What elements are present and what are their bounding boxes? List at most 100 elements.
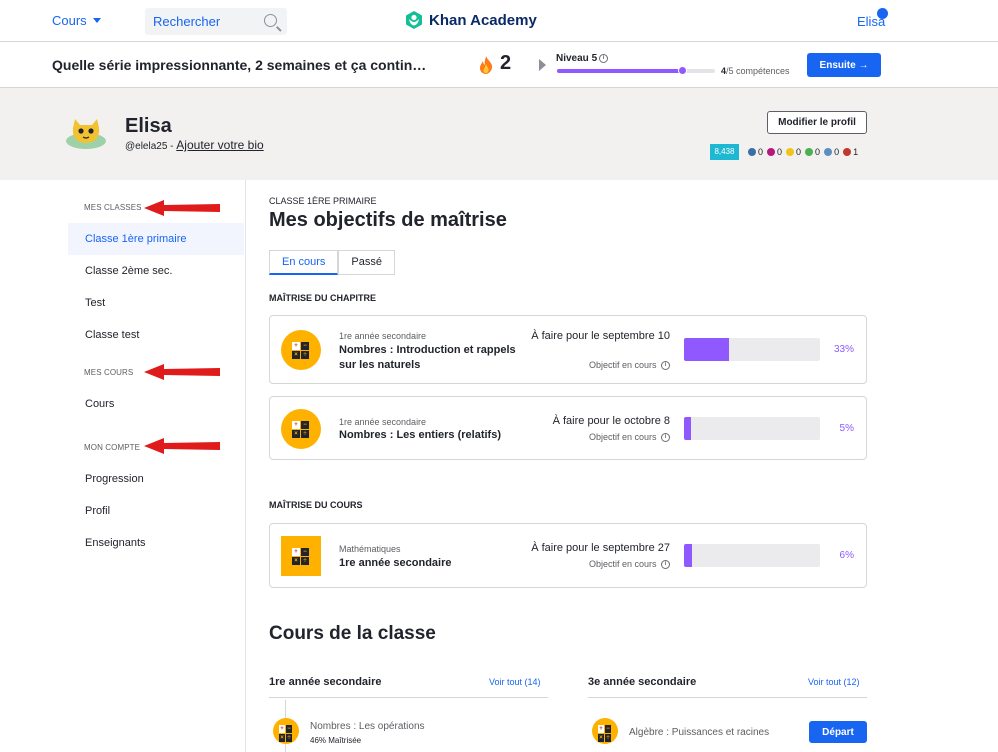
math-icon: + − × ÷	[273, 718, 299, 744]
sidebar-item-teachers[interactable]: Enseignants	[68, 527, 244, 559]
badge-count: 0	[824, 147, 839, 157]
math-icon: + − × ÷	[281, 330, 321, 370]
goal-course: 1re année secondaire	[339, 331, 427, 341]
goal-status-text: Objectif en cours	[588, 360, 657, 370]
goal-status: Objectif en cours i	[588, 360, 670, 371]
goal-course: Mathématiques	[339, 544, 401, 554]
logo-icon	[406, 11, 422, 29]
math-icon: + − × ÷	[281, 409, 321, 449]
level-label-text: Niveau 5	[556, 53, 598, 64]
goal-card[interactable]: + − × ÷ 1re année secondaire Nombres : Les …	[269, 396, 867, 460]
add-bio-link[interactable]: Ajouter votre bio	[176, 138, 263, 152]
section-my-courses: MES COURS	[84, 368, 134, 377]
badge-icon	[786, 148, 795, 156]
courses-menu-button[interactable]: Cours	[52, 13, 101, 28]
badge-number: 0	[777, 147, 783, 157]
skills-count: 4/5 compétences	[721, 66, 790, 76]
goal-name[interactable]: Nombres : Les entiers (relatifs)	[339, 428, 534, 443]
course-unit-name[interactable]: Algèbre : Puissances et racines	[629, 727, 769, 738]
profile-header: Elisa @elela25 - Ajouter votre bio Modif…	[0, 88, 998, 180]
goal-course: 1re année secondaire	[339, 417, 427, 427]
info-icon[interactable]: i	[661, 433, 670, 443]
badge-count: 0	[748, 147, 763, 157]
goal-progress-bar	[684, 338, 820, 361]
info-icon[interactable]: i	[661, 361, 670, 371]
courses-menu-label: Cours	[52, 13, 87, 28]
streak-message: Quelle série impressionnante, 2 semaines…	[52, 57, 427, 73]
info-icon[interactable]: i	[661, 560, 670, 570]
goal-card[interactable]: + − × ÷ Mathématiques 1re année secondaire …	[269, 523, 867, 588]
next-button[interactable]: Ensuite →	[807, 53, 881, 77]
course-unit-name[interactable]: Nombres : Les opérations	[310, 721, 425, 732]
start-button[interactable]: Départ	[809, 721, 867, 743]
skills-total: /5 compétences	[726, 66, 790, 76]
khan-academy-logo[interactable]: Khan Academy	[404, 10, 537, 30]
page-title: Mes objectifs de maîtrise	[269, 209, 507, 231]
sidebar-item-class-2[interactable]: Classe 2ème sec.	[68, 255, 244, 287]
badge-count: 1	[843, 147, 858, 157]
red-arrow-icon	[144, 438, 220, 454]
sidebar: MES CLASSES Classe 1ère primaire Classe …	[0, 180, 246, 752]
sidebar-item-profile[interactable]: Profil	[68, 495, 244, 527]
avatar[interactable]	[64, 116, 108, 150]
search-input[interactable]	[145, 8, 255, 35]
streak-count: 2	[500, 52, 512, 74]
goal-progress-bar	[684, 417, 820, 440]
goal-due-date: À faire pour le septembre 10	[531, 330, 670, 342]
red-arrow-icon	[144, 200, 220, 216]
edit-profile-button[interactable]: Modifier le profil	[767, 111, 867, 134]
badge-count: 0	[805, 147, 820, 157]
info-icon[interactable]: i	[599, 53, 609, 63]
flame-icon	[480, 56, 493, 74]
sidebar-item-class-test[interactable]: Classe test	[68, 319, 244, 351]
goal-card[interactable]: + − × ÷ 1re année secondaire Nombres : Intr…	[269, 315, 867, 384]
badge-icon	[843, 148, 852, 156]
see-all-link[interactable]: Voir tout (14)	[489, 677, 541, 687]
goal-percent: 33%	[833, 344, 854, 355]
badge-icon	[805, 148, 814, 156]
profile-name: Elisa	[125, 115, 172, 137]
goal-tabs: En cours Passé	[269, 250, 395, 275]
badge-number: 0	[815, 147, 821, 157]
search-box	[145, 8, 287, 35]
caret-down-icon	[92, 18, 101, 23]
math-icon: + − × ÷	[592, 718, 618, 744]
red-arrow-icon	[144, 364, 220, 380]
badge-number: 0	[796, 147, 802, 157]
notification-dot-icon	[877, 8, 888, 19]
goal-name[interactable]: 1re année secondaire	[339, 556, 534, 571]
class-label: CLASSE 1ÈRE PRIMAIRE	[269, 196, 377, 206]
goal-progress-fill	[684, 338, 729, 361]
level-progress-knob	[678, 66, 688, 75]
username: @elela25 -	[125, 141, 177, 152]
see-all-link[interactable]: Voir tout (12)	[808, 677, 860, 687]
badge-number: 0	[834, 147, 840, 157]
goal-percent: 6%	[839, 550, 854, 561]
goal-due-date: À faire pour le septembre 27	[531, 542, 670, 554]
course-column-title: 1re année secondaire	[269, 676, 382, 688]
sidebar-item-test[interactable]: Test	[68, 287, 244, 319]
badge-number: 0	[758, 147, 764, 157]
badge-count: 0	[786, 147, 801, 157]
divider	[588, 697, 867, 698]
search-icon[interactable]	[264, 14, 277, 27]
tab-in-progress[interactable]: En cours	[269, 250, 339, 275]
goal-percent: 5%	[839, 423, 854, 434]
divider	[269, 697, 548, 698]
sidebar-item-class-1[interactable]: Classe 1ère primaire	[68, 223, 244, 255]
goal-status: Objectif en cours i	[589, 559, 670, 570]
badge-icon	[748, 148, 756, 156]
play-icon	[539, 59, 546, 71]
profile-handle: @elela25 - Ajouter votre bio	[125, 138, 264, 152]
sidebar-item-progress[interactable]: Progression	[68, 463, 244, 495]
goal-status-text: Objectif en cours	[588, 432, 657, 442]
chapter-mastery-heading: MAÎTRISE DU CHAPITRE	[269, 293, 377, 303]
sidebar-item-courses[interactable]: Cours	[68, 388, 244, 420]
tab-past[interactable]: Passé	[338, 250, 395, 275]
goal-status: Objectif en cours i	[588, 432, 670, 443]
course-column-title: 3e année secondaire	[588, 676, 697, 688]
goal-progress-fill	[684, 417, 691, 440]
goal-progress-fill	[684, 544, 693, 567]
course-mastery-heading: MAÎTRISE DU COURS	[269, 500, 363, 510]
goal-name[interactable]: Nombres : Introduction et rappels sur le…	[339, 343, 534, 373]
